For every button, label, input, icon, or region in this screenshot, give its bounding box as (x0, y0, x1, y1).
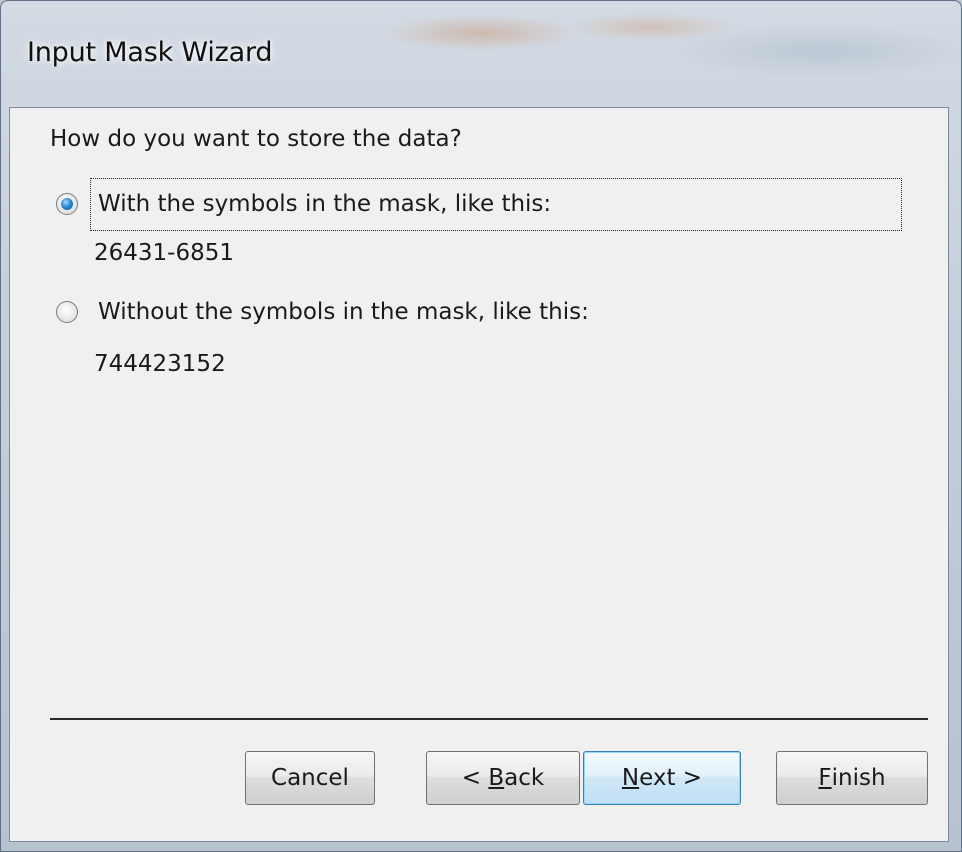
button-divider (50, 718, 928, 720)
cancel-button-label: Cancel (271, 765, 349, 791)
radio-without-symbols[interactable] (56, 301, 78, 323)
option-without-symbols[interactable]: Without the symbols in the mask, like th… (56, 292, 593, 332)
finish-button[interactable]: Finish (776, 751, 928, 805)
window-title: Input Mask Wizard (27, 37, 273, 68)
finish-button-rest: inish (831, 765, 886, 791)
back-button[interactable]: < Back (426, 751, 580, 805)
next-button[interactable]: Next > (583, 751, 741, 805)
back-button-rest: ack (504, 765, 545, 791)
dialog-body: How do you want to store the data? With … (9, 107, 949, 842)
radio-with-symbols[interactable] (56, 193, 78, 215)
title-bar[interactable]: Input Mask Wizard (1, 1, 962, 107)
option-with-symbols-label[interactable]: With the symbols in the mask, like this: (94, 189, 555, 219)
store-data-question: How do you want to store the data? (50, 126, 462, 152)
sample-with-symbols: 26431-6851 (94, 240, 234, 266)
finish-button-mnemonic: F (818, 765, 832, 791)
back-button-mnemonic: B (488, 765, 505, 791)
option-without-symbols-label[interactable]: Without the symbols in the mask, like th… (94, 297, 593, 327)
back-button-prefix: < (461, 765, 489, 791)
sample-without-symbols: 744423152 (94, 351, 226, 377)
next-button-rest: ext > (639, 765, 703, 791)
cancel-button[interactable]: Cancel (245, 751, 375, 805)
dialog-window: Input Mask Wizard How do you want to sto… (0, 0, 962, 852)
next-button-mnemonic: N (621, 765, 640, 791)
option-with-symbols[interactable]: With the symbols in the mask, like this: (56, 184, 555, 224)
